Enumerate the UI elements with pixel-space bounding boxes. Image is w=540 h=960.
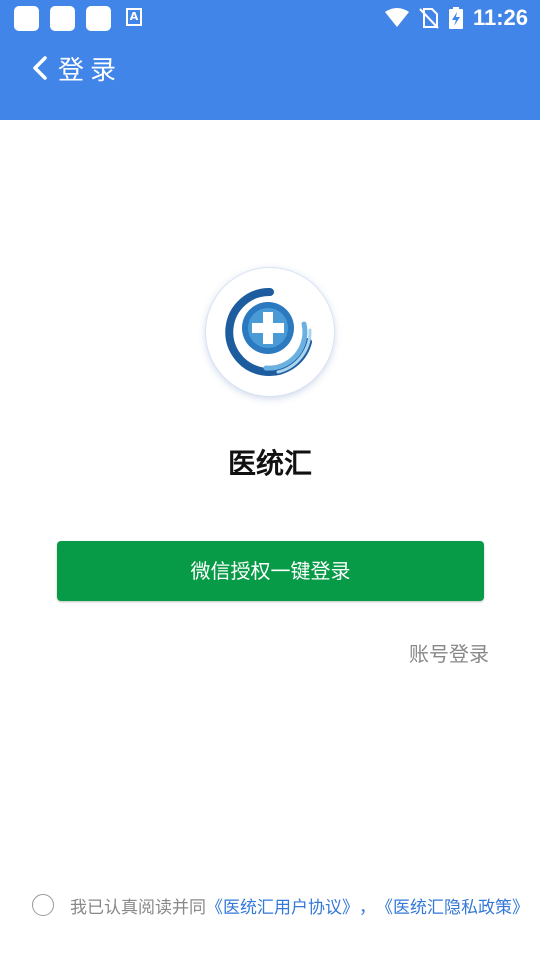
back-chevron-icon[interactable] <box>30 54 50 82</box>
no-sim-icon <box>419 8 439 29</box>
app-header: A 11:26 登录 <box>0 0 540 120</box>
page-title: 登录 <box>58 55 123 86</box>
wechat-login-button[interactable]: 微信授权一键登录 <box>57 541 484 601</box>
battery-charging-icon <box>448 7 463 29</box>
notification-icon <box>14 6 39 31</box>
notification-icon <box>50 6 75 31</box>
privacy-policy-link[interactable]: 《医统汇隐私政策》 <box>376 893 529 918</box>
status-right: 11:26 <box>384 4 528 32</box>
agreement-separator: ， <box>359 897 376 918</box>
agree-radio[interactable] <box>32 894 54 916</box>
notification-icon <box>86 6 111 31</box>
user-agreement-link[interactable]: 《医统汇用户协议》 <box>206 893 359 918</box>
nav-bar: 登录 <box>30 48 122 88</box>
app-logo <box>206 268 334 396</box>
status-time: 11:26 <box>472 5 528 30</box>
agreement-row: 我已认真阅读并同 《医统汇用户协议》 ， 《医统汇隐私政策》 <box>32 888 532 922</box>
keyboard-a-icon: A <box>126 8 142 26</box>
status-bar: A 11:26 <box>0 0 540 36</box>
wifi-icon <box>384 8 409 27</box>
agreement-prefix: 我已认真阅读并同 <box>70 897 206 918</box>
app-name: 医统汇 <box>227 447 312 480</box>
account-login-link[interactable]: 账号登录 <box>409 638 489 667</box>
medical-cross-logo-icon <box>225 287 312 376</box>
